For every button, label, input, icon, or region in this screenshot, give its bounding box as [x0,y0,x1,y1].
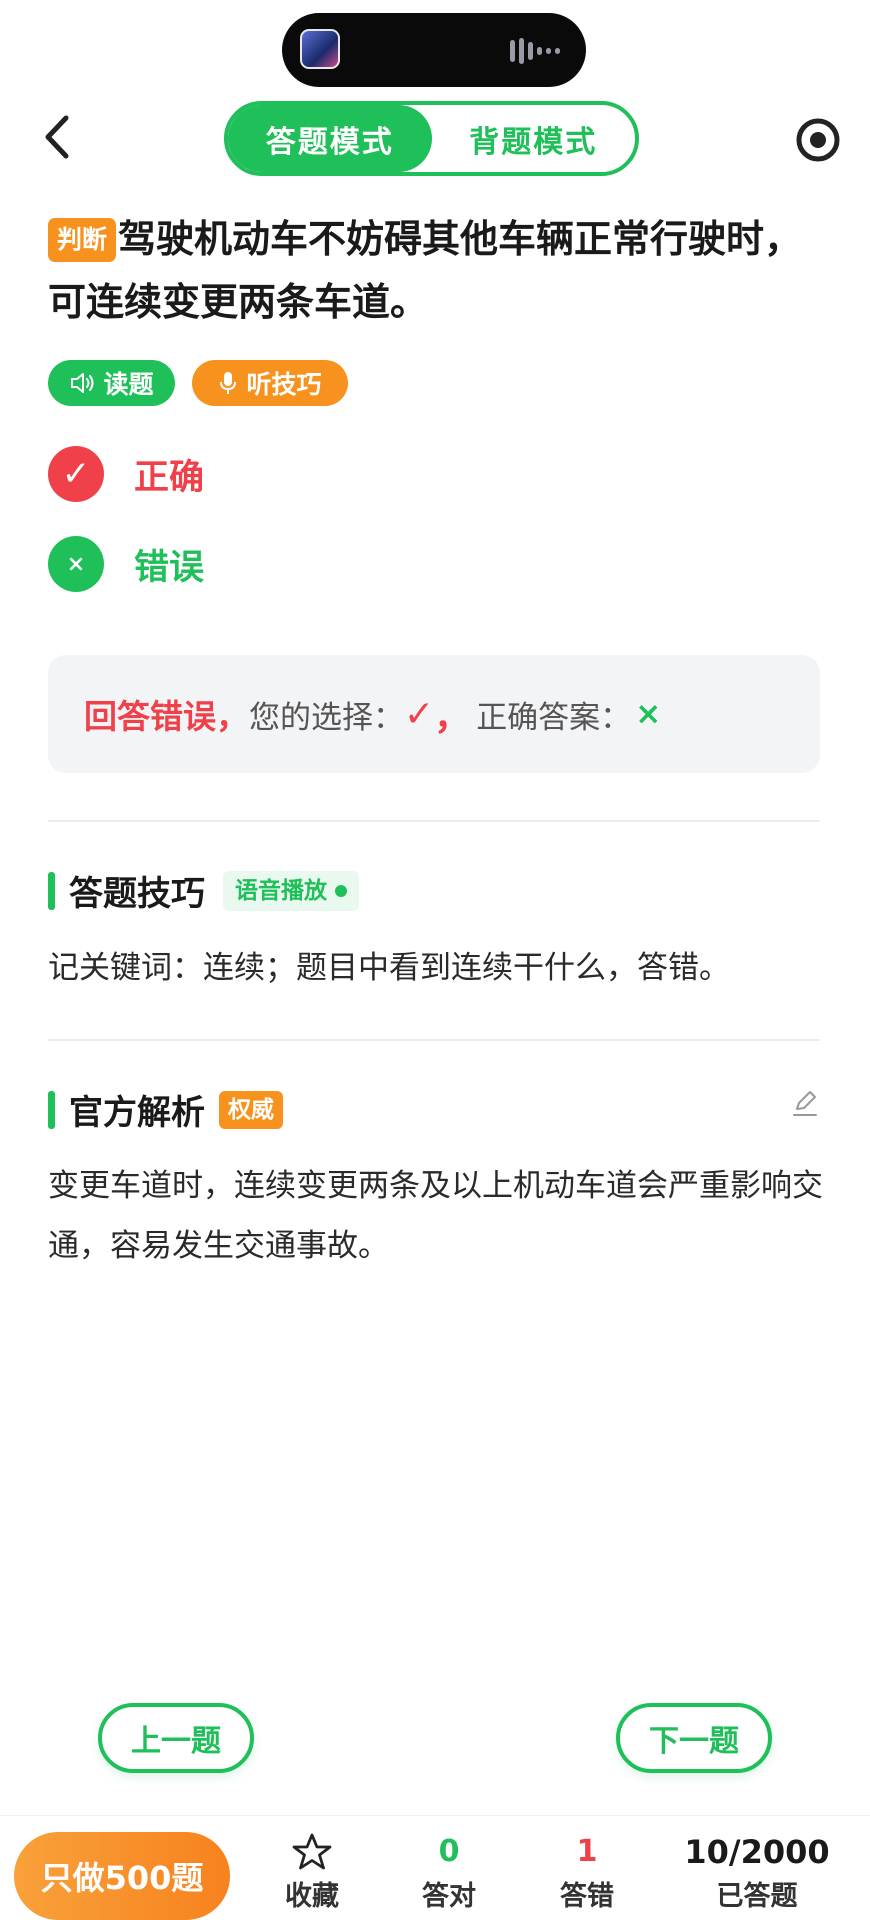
edit-icon[interactable] [790,1088,820,1118]
option-false[interactable]: × 错误 [48,536,204,592]
star-icon [292,1833,332,1870]
analysis-header: 官方解析 权威 [48,1085,283,1134]
previous-question-button[interactable]: 上一题 [98,1703,254,1773]
listen-tips-label: 听技巧 [246,370,322,399]
tips-header: 答题技巧 语音播放 [48,866,359,915]
analysis-text: 变更车道时，连续变更两条及以上机动车道会严重影响交通，容易发生交通事故。 [48,1168,823,1264]
favorite-button[interactable]: 收藏 [284,1832,340,1913]
wrong-count: 1 [576,1834,598,1869]
voice-play-button[interactable]: 语音播放 [223,870,359,911]
option-true[interactable]: ✓ 正确 [48,446,204,502]
progress-stat[interactable]: 10/2000 已答题 [684,1832,830,1913]
progress-count: 10/2000 [684,1833,830,1871]
only-500-button[interactable]: 只做500题 [14,1832,230,1920]
dynamic-island [282,13,586,87]
playing-dot-icon [335,884,347,897]
audio-wave-icon [510,38,560,64]
speaker-icon [71,373,94,393]
tips-title: 答题技巧 [69,874,205,914]
your-choice-label: 您的选择： [249,699,404,736]
divider [48,1039,820,1041]
tips-text: 记关键词：连续；题目中看到连续干什么，答错。 [48,950,730,986]
read-question-button[interactable]: 读题 [48,360,175,406]
back-icon[interactable] [38,112,78,162]
cross-icon: × [48,536,104,592]
question-body: 驾驶机动车不妨碍其他车辆正常行驶时，可连续变更两条车道。 [48,217,803,324]
section-accent-bar [48,871,55,910]
result-separator: ， [434,697,471,738]
tab-review-mode[interactable]: 背题模式 [432,105,636,172]
voice-play-label: 语音播放 [235,877,327,904]
progress-label: 已答题 [716,1881,798,1912]
wrong-count-stat[interactable]: 1 答错 [552,1832,622,1913]
question-type-badge: 判断 [48,218,117,262]
target-icon[interactable] [793,115,843,165]
wrong-count-label: 答错 [560,1881,614,1912]
your-choice-icon: ✓ [404,693,435,735]
next-question-button[interactable]: 下一题 [616,1703,772,1773]
option-false-label: 错误 [134,547,205,588]
authority-badge: 权威 [219,1090,283,1129]
correct-answer-icon: × [635,696,662,732]
answer-result-box: 回答错误， 您的选择： ✓ ， 正确答案： × [48,655,820,773]
correct-count-label: 答对 [422,1881,476,1912]
correct-answer-label: 正确答案： [476,699,632,736]
correct-count-stat[interactable]: 0 答对 [414,1832,484,1913]
app-icon [300,29,340,69]
listen-tips-button[interactable]: 听技巧 [192,360,348,406]
result-status: 回答错误， [84,697,249,736]
microphone-icon [220,372,237,394]
analysis-title: 官方解析 [69,1093,205,1133]
tab-answer-mode[interactable]: 答题模式 [228,105,432,172]
read-question-label: 读题 [103,370,154,399]
section-accent-bar [48,1090,55,1129]
correct-count: 0 [438,1834,460,1869]
mode-toggle: 答题模式 背题模式 [224,101,639,176]
favorite-label: 收藏 [285,1881,339,1912]
check-icon: ✓ [48,446,104,502]
divider [48,820,820,822]
question-text: 判断 驾驶机动车不妨碍其他车辆正常行驶时，可连续变更两条车道。 [48,208,828,334]
option-true-label: 正确 [134,457,205,498]
